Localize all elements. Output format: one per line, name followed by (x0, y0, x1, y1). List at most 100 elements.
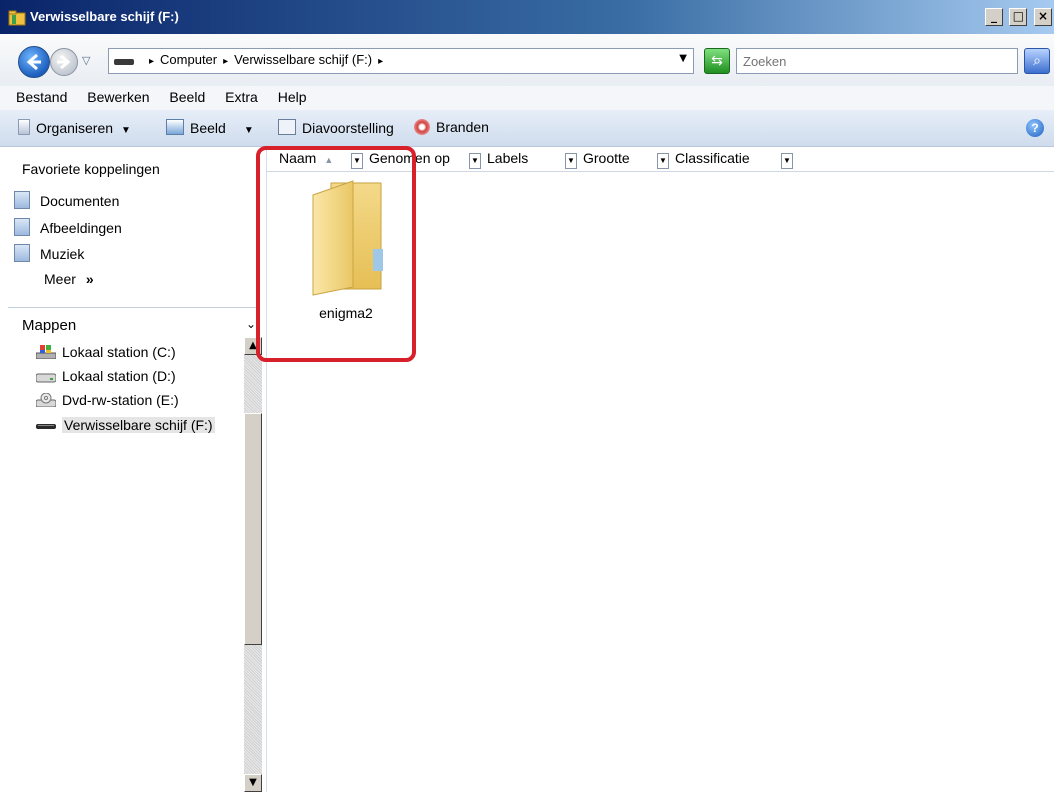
scroll-up-arrow-icon[interactable]: ▲ (244, 337, 262, 355)
slideshow-button[interactable]: Diavoorstelling (278, 119, 394, 136)
documents-icon (14, 191, 30, 209)
sort-ascending-icon: ▲ (324, 155, 334, 165)
view-label: Beeld (190, 120, 226, 136)
forward-button[interactable] (50, 48, 78, 76)
search-button[interactable]: ⌕ (1024, 48, 1050, 74)
scrollbar-thumb[interactable] (244, 413, 262, 645)
address-row: ▽ ▸ Computer ▸ Verwisselbare schijf (F:) ▸ ▼… (0, 34, 1054, 87)
tree-item-label: Verwisselbare schijf (F:) (62, 417, 215, 433)
organize-button[interactable]: Organiseren ▼ (18, 119, 131, 136)
search-icon: ⌕ (1033, 53, 1041, 69)
more-label: Meer (44, 271, 76, 287)
help-icon[interactable]: ? (1026, 119, 1044, 137)
address-bar[interactable]: ▸ Computer ▸ Verwisselbare schijf (F:) ▸ ▼ (108, 48, 694, 74)
forward-arrow-icon (57, 54, 71, 70)
scroll-down-arrow-icon[interactable]: ▼ (244, 774, 262, 792)
favorites-title: Favoriete koppelingen (22, 161, 160, 177)
pane-divider (8, 307, 258, 308)
breadcrumb-arrow-icon[interactable]: ▸ (223, 56, 228, 67)
refresh-icon: ⇆ (711, 53, 723, 69)
close-button[interactable]: × (1034, 8, 1052, 26)
chevron-down-icon: ▼ (243, 125, 254, 136)
tree-item-label: Lokaal station (C:) (62, 344, 176, 360)
recent-pages-dropdown-icon[interactable]: ▽ (82, 54, 90, 67)
column-classificatie[interactable]: ▼ Classificatie (657, 150, 750, 169)
favorite-muziek[interactable]: Muziek (14, 244, 84, 262)
column-labels[interactable]: ▼ Labels (469, 150, 528, 169)
slideshow-icon (278, 119, 296, 135)
file-list-pane: Naam ▲ ▼ Genomen op ▼ Labels ▼ Grootte ▼ Clas… (267, 147, 1054, 792)
address-dropdown-icon[interactable]: ▼ (679, 53, 687, 64)
maximize-button[interactable]: □ (1009, 8, 1028, 26)
dvd-drive-icon (36, 393, 56, 407)
menu-extra[interactable]: Extra (225, 89, 258, 105)
favorite-label: Muziek (40, 246, 85, 262)
command-bar: Organiseren ▼ Beeld ▼ Diavoorstelling Bran… (0, 110, 1054, 147)
favorite-label: Documenten (40, 193, 120, 209)
removable-drive-icon (36, 424, 56, 429)
burn-button[interactable]: Branden (414, 119, 489, 135)
tree-item-drive-d[interactable]: Lokaal station (D:) (36, 368, 176, 384)
tree-item-drive-c[interactable]: Lokaal station (C:) (36, 344, 176, 360)
back-button[interactable] (18, 46, 50, 78)
search-box[interactable] (736, 48, 1018, 74)
os-drive-icon (36, 345, 56, 359)
column-grootte[interactable]: ▼ Grootte (565, 150, 630, 169)
title-bar[interactable]: Verwisselbare schijf (F:) _ □ × (0, 0, 1054, 34)
column-dropdown-icon[interactable]: ▼ (469, 153, 481, 169)
breadcrumb-arrow-icon[interactable]: ▸ (149, 56, 154, 67)
favorite-afbeeldingen[interactable]: Afbeeldingen (14, 218, 122, 236)
double-chevron-right-icon: » (85, 271, 94, 287)
menu-beeld[interactable]: Beeld (169, 89, 205, 105)
organize-label: Organiseren (36, 120, 114, 136)
chevron-down-icon: ▼ (121, 125, 131, 136)
window-controls: _ □ × (983, 8, 1052, 26)
column-extra-dropdown[interactable]: ▼ (781, 150, 799, 169)
column-naam[interactable]: Naam ▲ (279, 150, 333, 166)
column-label: Grootte (583, 150, 630, 166)
column-dropdown-icon[interactable]: ▼ (351, 153, 363, 169)
menu-bestand[interactable]: Bestand (16, 89, 67, 105)
navigation-scrollbar[interactable]: ▲ ▼ (244, 337, 262, 792)
favorites-more-link[interactable]: Meer » (44, 271, 94, 287)
window-title: Verwisselbare schijf (F:) (30, 9, 179, 24)
pictures-icon (14, 218, 30, 236)
breadcrumb-arrow-icon[interactable]: ▸ (378, 56, 383, 67)
column-genomen-op[interactable]: ▼ Genomen op (351, 150, 450, 169)
back-arrow-icon (26, 53, 41, 71)
folder-name: enigma2 (319, 305, 373, 321)
music-icon (14, 244, 30, 262)
folder-app-icon (8, 10, 26, 26)
burn-disc-icon (414, 119, 430, 135)
column-headers: Naam ▲ ▼ Genomen op ▼ Labels ▼ Grootte ▼ Clas… (267, 147, 1054, 172)
column-dropdown-icon[interactable]: ▼ (565, 153, 577, 169)
menu-help[interactable]: Help (278, 89, 307, 105)
tree-item-label: Lokaal station (D:) (62, 368, 176, 384)
view-button[interactable]: Beeld ▼ (166, 119, 254, 136)
folders-title[interactable]: Mappen (22, 317, 76, 334)
menu-bewerken[interactable]: Bewerken (87, 89, 149, 105)
refresh-button[interactable]: ⇆ (704, 48, 730, 74)
hard-drive-icon (36, 373, 56, 383)
navigation-pane: Favoriete koppelingen Documenten Afbeeld… (0, 147, 267, 792)
breadcrumb-computer[interactable]: Computer (160, 52, 217, 67)
favorite-documenten[interactable]: Documenten (14, 191, 119, 209)
tree-item-label: Dvd-rw-station (E:) (62, 392, 179, 408)
minimize-button[interactable]: _ (984, 8, 1003, 26)
favorite-label: Afbeeldingen (40, 220, 122, 236)
column-dropdown-icon[interactable]: ▼ (781, 153, 793, 169)
column-dropdown-icon[interactable]: ▼ (657, 153, 669, 169)
folder-item[interactable]: enigma2 (291, 177, 401, 321)
view-icon (166, 119, 184, 135)
column-label: Genomen op (369, 150, 450, 166)
tree-item-drive-e[interactable]: Dvd-rw-station (E:) (36, 392, 179, 408)
column-label: Naam (279, 150, 317, 166)
breadcrumb: ▸ Computer ▸ Verwisselbare schijf (F:) ▸ (143, 52, 389, 67)
column-label: Classificatie (675, 150, 750, 166)
tree-item-drive-f[interactable]: Verwisselbare schijf (F:) (36, 417, 215, 433)
breadcrumb-drive[interactable]: Verwisselbare schijf (F:) (234, 52, 372, 67)
organize-icon (18, 119, 30, 135)
slideshow-label: Diavoorstelling (302, 120, 394, 136)
chevron-down-icon[interactable]: ⌄ (246, 317, 256, 331)
search-input[interactable] (737, 49, 1015, 73)
